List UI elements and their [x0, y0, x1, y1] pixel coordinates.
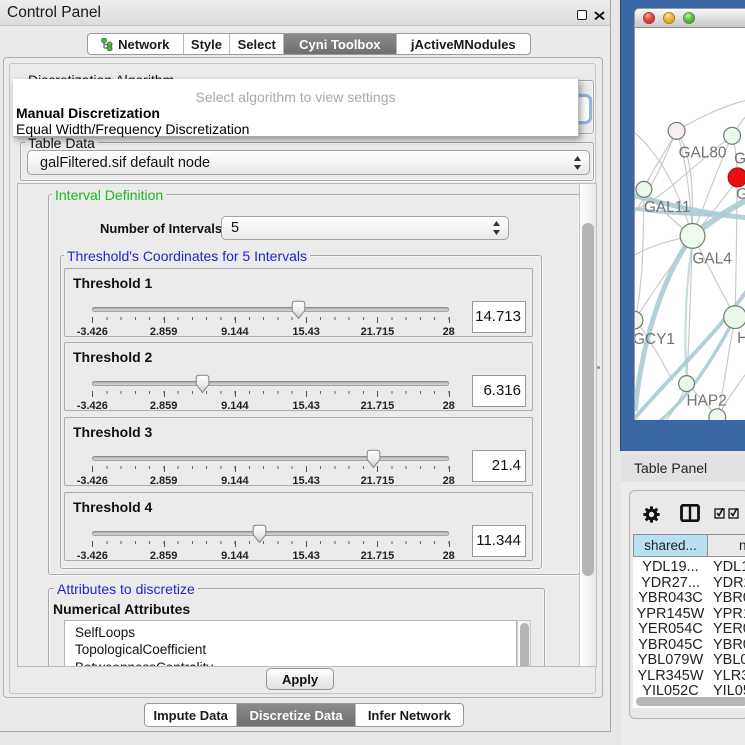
svg-text:GAL11: GAL11 — [644, 199, 691, 216]
svg-text:GAL2: GAL2 — [734, 151, 745, 168]
svg-text:GAL80: GAL80 — [679, 145, 727, 162]
svg-text:HAP2: HAP2 — [687, 392, 727, 409]
svg-text:GAL4: GAL4 — [692, 251, 732, 268]
svg-text:HAP4: HAP4 — [737, 330, 745, 347]
svg-text:GAL1: GAL1 — [736, 186, 745, 203]
svg-text:GCY1: GCY1 — [634, 331, 675, 348]
